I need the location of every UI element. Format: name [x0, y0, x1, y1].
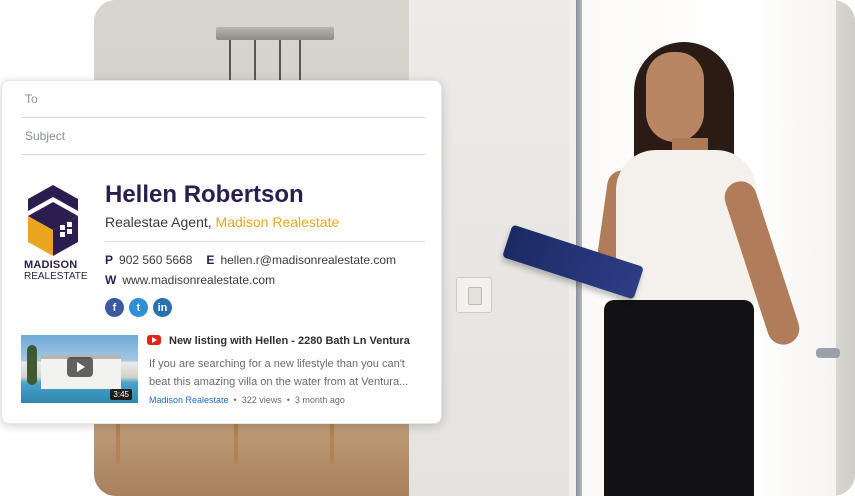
logo-subwordmark: REALESTATE [24, 271, 88, 282]
door-edge [836, 0, 855, 496]
ceiling-light [216, 27, 334, 40]
contact-line-phone-email: P 902 560 5668 Ehellen.r@madisonrealestate… [105, 253, 396, 267]
pendant-wire [279, 40, 281, 80]
video-age: 3 month ago [294, 395, 345, 405]
woman-face [646, 52, 704, 142]
signature-divider [105, 241, 425, 242]
pendant-wire [254, 40, 256, 80]
subject-placeholder: Subject [25, 129, 66, 143]
social-links: f t in [105, 298, 172, 317]
signature-role-line: Realestae Agent, Madison Realestate [105, 214, 339, 230]
video-channel-link[interactable]: Madison Realestate [149, 395, 229, 405]
video-meta: Madison Realestate • 322 views • 3 month ago [149, 395, 345, 405]
thumbnail-palm [27, 345, 37, 385]
light-switch [456, 277, 492, 313]
video-duration: 3:45 [110, 389, 132, 400]
pendant-wire [299, 40, 301, 80]
phone-label: P [105, 253, 114, 267]
video-thumbnail[interactable]: 3:45 [21, 335, 138, 403]
facebook-icon[interactable]: f [105, 298, 124, 317]
signature-name: Hellen Robertson [105, 181, 304, 208]
chair-leg [116, 418, 120, 464]
pendant-wire [229, 40, 231, 80]
youtube-icon [147, 335, 161, 345]
signature-company-link[interactable]: Madison Realestate [216, 214, 340, 230]
website-link[interactable]: www.madisonrealestate.com [122, 273, 275, 287]
email-label: E [206, 253, 215, 267]
linkedin-icon[interactable]: in [153, 298, 172, 317]
woman-skirt [604, 300, 754, 496]
subject-field[interactable]: Subject [21, 118, 425, 155]
signature-role: Realestae Agent, [105, 214, 212, 230]
door-handle [816, 348, 840, 358]
contact-line-website: Wwww.madisonrealestate.com [105, 273, 275, 287]
chair-leg [330, 418, 334, 464]
video-description: If you are searching for a new lifestyle… [149, 358, 409, 388]
email-compose-card: To Subject MADISON REALESTATE Hellen Rob… [1, 80, 442, 424]
play-icon[interactable] [67, 357, 93, 377]
to-placeholder: To [25, 92, 38, 106]
phone-number[interactable]: 902 560 5668 [119, 253, 192, 267]
logo-wordmark: MADISON [24, 259, 78, 271]
video-title[interactable]: New listing with Hellen - 2280 Bath Ln V… [169, 335, 410, 347]
chair-leg [234, 418, 238, 464]
video-views: 322 views [241, 395, 282, 405]
to-field[interactable]: To [21, 81, 425, 118]
email-link[interactable]: hellen.r@madisonrealestate.com [220, 253, 396, 267]
website-label: W [105, 273, 117, 287]
twitter-icon[interactable]: t [129, 298, 148, 317]
